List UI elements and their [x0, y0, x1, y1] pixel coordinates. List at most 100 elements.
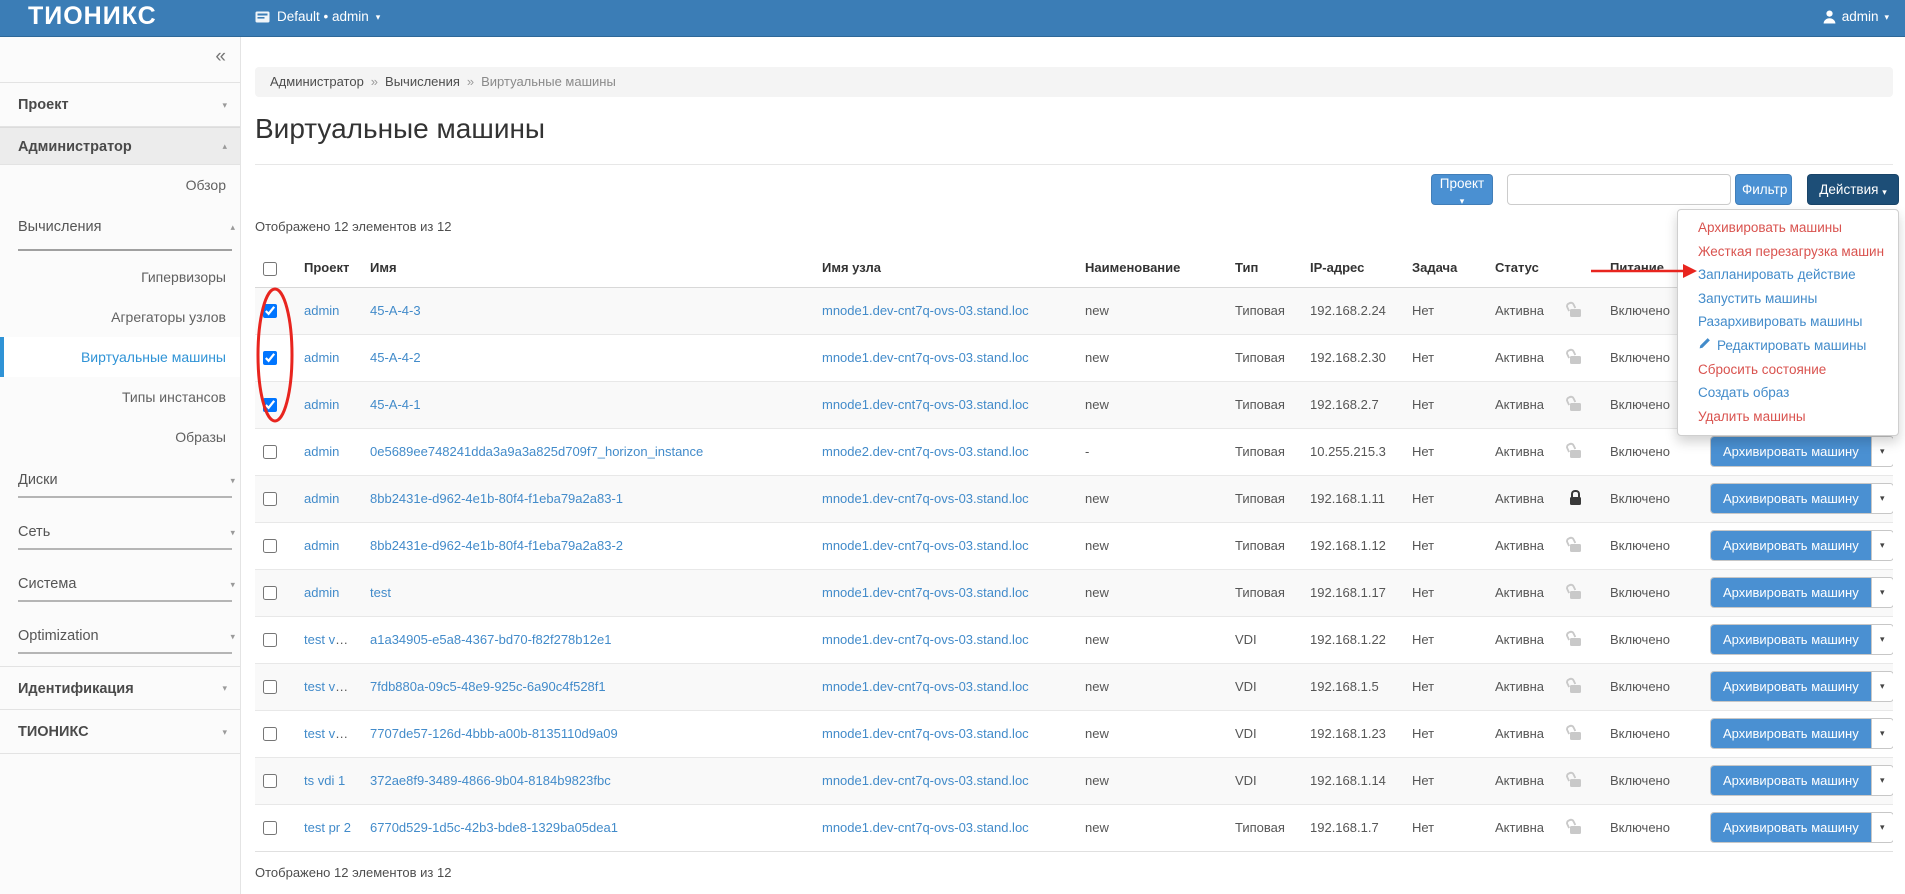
row-actions-toggle[interactable]: ▾ [1871, 484, 1893, 513]
actions-menu-item-start[interactable]: Запустить машины [1678, 287, 1898, 311]
sidebar-item-compute[interactable]: Вычисления▴ [18, 205, 232, 251]
host-link[interactable]: mnode1.dev-cnt7q-ovs-03.stand.loc [822, 303, 1029, 318]
sidebar-item-images[interactable]: Образы [0, 417, 240, 457]
sidebar-item-admin[interactable]: Администратор▴ [0, 127, 240, 165]
row-checkbox[interactable] [263, 586, 277, 600]
project-link[interactable]: admin [304, 491, 339, 506]
actions-menu-item-create-image[interactable]: Создать образ [1678, 381, 1898, 405]
host-link[interactable]: mnode1.dev-cnt7q-ovs-03.stand.loc [822, 632, 1029, 647]
host-link[interactable]: mnode1.dev-cnt7q-ovs-03.stand.loc [822, 726, 1029, 741]
actions-menu-item-reset-state[interactable]: Сбросить состояние [1678, 358, 1898, 382]
sidebar-item-flavors[interactable]: Типы инстансов [0, 377, 240, 417]
name-link[interactable]: 8bb2431e-d962-4e1b-80f4-f1eba79a2a83-1 [370, 491, 623, 506]
sidebar-collapse-button[interactable]: « [215, 46, 226, 68]
row-checkbox[interactable] [263, 445, 277, 459]
actions-menu-item-delete[interactable]: Удалить машины [1678, 405, 1898, 429]
project-link[interactable]: admin [304, 585, 339, 600]
name-link[interactable]: 45-A-4-3 [370, 303, 421, 318]
sidebar-item-identity[interactable]: Идентификация▾ [0, 666, 240, 710]
name-link[interactable]: 7fdb880a-09c5-48e9-925c-6a90c4f528f1 [370, 679, 606, 694]
project-link[interactable]: ts vdi 1 [304, 773, 345, 788]
project-filter-button[interactable]: Проект ▾ [1431, 174, 1493, 205]
actions-button[interactable]: Действия ▾ [1807, 174, 1899, 205]
project-link[interactable]: test pr 2 [304, 820, 351, 835]
project-link[interactable]: admin [304, 444, 339, 459]
select-all-checkbox[interactable] [263, 262, 277, 276]
name-link[interactable]: 8bb2431e-d962-4e1b-80f4-f1eba79a2a83-2 [370, 538, 623, 553]
sidebar-item-host-aggregates[interactable]: Агрегаторы узлов [0, 297, 240, 337]
actions-menu-item-hard-reboot[interactable]: Жесткая перезагрузка машин [1678, 240, 1898, 264]
actions-menu-item-edit[interactable]: Редактировать машины [1678, 334, 1898, 358]
host-link[interactable]: mnode1.dev-cnt7q-ovs-03.stand.loc [822, 820, 1029, 835]
archive-instance-button[interactable]: Архивировать машину [1711, 578, 1871, 607]
host-link[interactable]: mnode1.dev-cnt7q-ovs-03.stand.loc [822, 585, 1029, 600]
name-link[interactable]: test [370, 585, 391, 600]
host-link[interactable]: mnode1.dev-cnt7q-ovs-03.stand.loc [822, 350, 1029, 365]
row-actions-toggle[interactable]: ▾ [1871, 766, 1893, 795]
archive-instance-button[interactable]: Архивировать машину [1711, 719, 1871, 748]
name-link[interactable]: 372ae8f9-3489-4866-9b04-8184b9823fbc [370, 773, 611, 788]
actions-menu-item-schedule-action[interactable]: Запланировать действие [1678, 263, 1898, 287]
name-link[interactable]: 45-A-4-2 [370, 350, 421, 365]
row-checkbox[interactable] [263, 774, 277, 788]
name-link[interactable]: 45-A-4-1 [370, 397, 421, 412]
sidebar-item-overview[interactable]: Обзор [0, 165, 240, 205]
host-link[interactable]: mnode1.dev-cnt7q-ovs-03.stand.loc [822, 679, 1029, 694]
actions-menu-item-archive[interactable]: Архивировать машины [1678, 216, 1898, 240]
archive-instance-button[interactable]: Архивировать машину [1711, 625, 1871, 654]
name-link[interactable]: 0e5689ee748241dda3a9a3a825d709f7_horizon… [370, 444, 703, 459]
row-checkbox[interactable] [263, 539, 277, 553]
row-checkbox[interactable] [263, 351, 277, 365]
archive-instance-button[interactable]: Архивировать машину [1711, 437, 1871, 466]
sidebar-item-optimization[interactable]: Optimization▾ [18, 621, 232, 654]
host-link[interactable]: mnode2.dev-cnt7q-ovs-03.stand.loc [822, 444, 1029, 459]
lock-open-icon [1570, 544, 1581, 552]
project-link[interactable]: admin [304, 350, 339, 365]
row-checkbox[interactable] [263, 727, 277, 741]
row-checkbox[interactable] [263, 821, 277, 835]
sidebar-item-volumes[interactable]: Диски▾ [18, 465, 232, 498]
context-switcher[interactable]: Default • admin ▾ [255, 9, 380, 24]
host-link[interactable]: mnode1.dev-cnt7q-ovs-03.stand.loc [822, 397, 1029, 412]
actions-menu-item-unshelve[interactable]: Разархивировать машины [1678, 310, 1898, 334]
project-link[interactable]: test vdi 3 [304, 679, 356, 694]
sidebar-item-virtual-machines[interactable]: Виртуальные машины [0, 337, 240, 377]
host-link[interactable]: mnode1.dev-cnt7q-ovs-03.stand.loc [822, 491, 1029, 506]
project-link[interactable]: test vdi 2 [304, 726, 356, 741]
row-actions-toggle[interactable]: ▾ [1871, 813, 1893, 842]
row-checkbox[interactable] [263, 304, 277, 318]
archive-instance-button[interactable]: Архивировать машину [1711, 672, 1871, 701]
archive-instance-button[interactable]: Архивировать машину [1711, 531, 1871, 560]
sidebar-item-network[interactable]: Сеть▾ [18, 517, 232, 550]
row-actions-toggle[interactable]: ▾ [1871, 531, 1893, 560]
name-link[interactable]: 6770d529-1d5c-42b3-bde8-1329ba05dea1 [370, 820, 618, 835]
search-input[interactable] [1507, 174, 1731, 205]
host-link[interactable]: mnode1.dev-cnt7q-ovs-03.stand.loc [822, 538, 1029, 553]
filter-button[interactable]: Фильтр [1735, 174, 1792, 205]
archive-instance-button[interactable]: Архивировать машину [1711, 813, 1871, 842]
sidebar-item-system[interactable]: Система▾ [18, 569, 232, 602]
row-actions-toggle[interactable]: ▾ [1871, 625, 1893, 654]
row-actions-toggle[interactable]: ▾ [1871, 437, 1893, 466]
name-link[interactable]: a1a34905-e5a8-4367-bd70-f82f278b12e1 [370, 632, 611, 647]
name-link[interactable]: 7707de57-126d-4bbb-a00b-8135110d9a09 [370, 726, 618, 741]
row-actions-toggle[interactable]: ▾ [1871, 578, 1893, 607]
user-menu[interactable]: admin ▾ [1823, 9, 1889, 24]
project-link[interactable]: admin [304, 303, 339, 318]
row-checkbox[interactable] [263, 398, 277, 412]
sidebar-item-tionix[interactable]: ТИОНИКС▾ [0, 710, 240, 754]
row-checkbox[interactable] [263, 680, 277, 694]
row-checkbox[interactable] [263, 633, 277, 647]
sidebar-item-hypervisors[interactable]: Гипервизоры [0, 257, 240, 297]
project-link[interactable]: admin [304, 538, 339, 553]
project-link[interactable]: test vdi 2 [304, 632, 356, 647]
row-checkbox[interactable] [263, 492, 277, 506]
host-link[interactable]: mnode1.dev-cnt7q-ovs-03.stand.loc [822, 773, 1029, 788]
archive-instance-button[interactable]: Архивировать машину [1711, 484, 1871, 513]
sidebar-item-project[interactable]: Проект▾ [0, 83, 240, 127]
project-link[interactable]: admin [304, 397, 339, 412]
archive-instance-button[interactable]: Архивировать машину [1711, 766, 1871, 795]
ip-cell: 192.168.1.12 [1302, 522, 1404, 569]
row-actions-toggle[interactable]: ▾ [1871, 672, 1893, 701]
row-actions-toggle[interactable]: ▾ [1871, 719, 1893, 748]
